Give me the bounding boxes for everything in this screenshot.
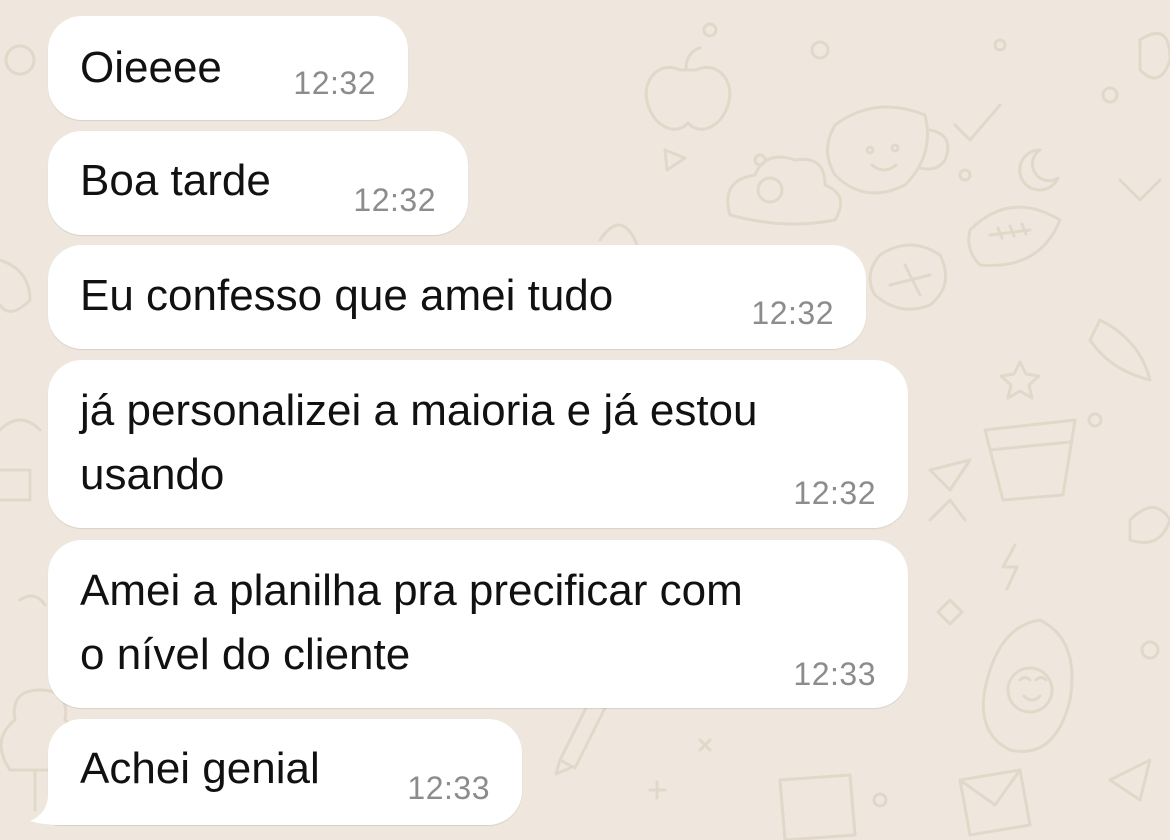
chat-thread: Oieeee 12:32 Boa tarde 12:32 Eu confesso… <box>0 0 1170 840</box>
message-timestamp: 12:33 <box>793 656 876 692</box>
message-text-line: usando <box>80 450 225 499</box>
message-timestamp: 12:33 <box>407 770 490 806</box>
message-text: Boa tarde <box>80 156 271 205</box>
message-text: Oieeee <box>80 43 222 92</box>
message-timestamp: 12:32 <box>353 182 436 218</box>
message-text: Achei genial <box>80 744 320 793</box>
message-bubble[interactable]: Oieeee 12:32 <box>48 16 408 120</box>
message-text-line: o nível do cliente <box>80 630 411 679</box>
message-text: Eu confesso que amei tudo <box>80 271 614 320</box>
message-timestamp: 12:32 <box>293 65 376 101</box>
message-bubble[interactable]: Amei a planilha pra precificar com o nív… <box>48 540 908 708</box>
message-timestamp: 12:32 <box>751 295 834 331</box>
message-text-line: já personalizei a maioria e já estou <box>80 386 758 435</box>
message-bubble[interactable]: Achei genial 12:33 <box>48 719 522 825</box>
message-bubble[interactable]: Boa tarde 12:32 <box>48 131 468 235</box>
message-text-line: Amei a planilha pra precificar com <box>80 566 743 615</box>
message-bubble[interactable]: já personalizei a maioria e já estou usa… <box>48 360 908 528</box>
message-bubble[interactable]: Eu confesso que amei tudo 12:32 <box>48 245 866 349</box>
message-timestamp: 12:32 <box>793 475 876 511</box>
bubble-tail-icon <box>30 795 70 825</box>
